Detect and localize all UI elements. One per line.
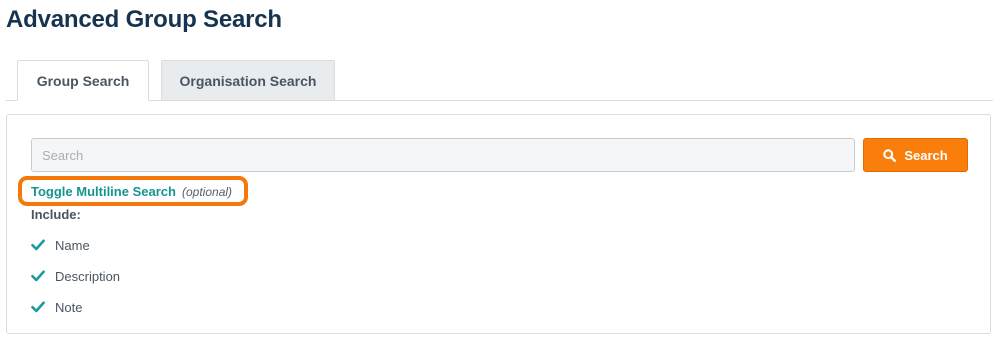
checkmark-icon[interactable]	[31, 300, 45, 314]
include-label: Include:	[31, 207, 81, 222]
toggle-multiline-search-link[interactable]: Toggle Multiline Search	[31, 184, 176, 199]
search-button[interactable]: Search	[863, 138, 968, 172]
include-note-option[interactable]: Note	[31, 298, 82, 316]
include-name-option[interactable]: Name	[31, 236, 90, 254]
search-panel: Search Toggle Multiline Search (optional…	[6, 114, 991, 334]
search-input[interactable]	[31, 138, 855, 172]
include-description-label: Description	[55, 268, 121, 284]
page-title: Advanced Group Search	[6, 6, 282, 33]
include-name-label: Name	[55, 237, 90, 253]
include-description-option[interactable]: Description	[31, 267, 120, 285]
include-note-label: Note	[55, 299, 83, 315]
search-tabs: Group Search Organisation Search	[6, 60, 993, 101]
checkmark-icon[interactable]	[31, 238, 45, 252]
optional-hint: (optional)	[182, 185, 233, 199]
tab-organisation-search[interactable]: Organisation Search	[161, 60, 335, 100]
tab-group-search[interactable]: Group Search	[17, 60, 149, 101]
checkmark-icon[interactable]	[31, 269, 45, 283]
search-icon	[883, 148, 897, 162]
search-button-label: Search	[904, 147, 948, 163]
